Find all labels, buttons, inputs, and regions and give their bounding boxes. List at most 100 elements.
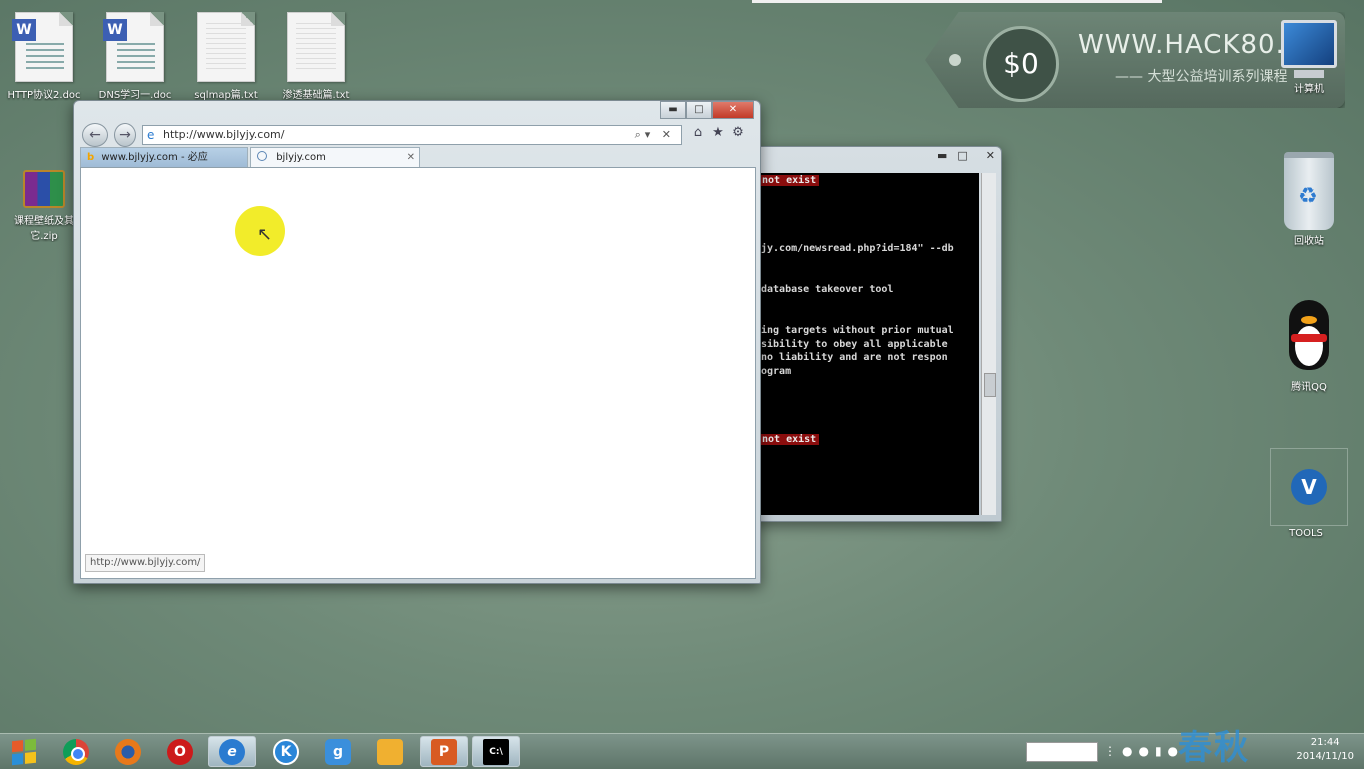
top-edge-strip xyxy=(752,0,1162,3)
firefox-icon xyxy=(115,738,141,765)
taskbar-ie[interactable]: e xyxy=(208,736,256,767)
ie-window[interactable]: ▬ □ ✕ ← → e http://www.bjlyjy.com/ ⌕▾ ✕ … xyxy=(73,100,761,584)
desktop-icon-label: 课程壁纸及其它.zip xyxy=(14,216,74,242)
loading-spinner-icon xyxy=(257,151,267,161)
address-url: http://www.bjlyjy.com/ xyxy=(163,128,285,141)
ie-window-controls: ▬ □ ✕ xyxy=(660,101,754,119)
ie-logo-icon: e xyxy=(147,128,155,142)
desktop-icon-label: TOOLS xyxy=(1289,528,1323,539)
ie-tab-strip: b www.bjlyjy.com - 必应 bjlyjy.com ✕ xyxy=(80,147,754,167)
home-icon[interactable]: ⌂ xyxy=(690,125,706,141)
desktop-icon-qq[interactable]: 腾讯QQ xyxy=(1273,300,1345,393)
text-file-icon xyxy=(197,12,255,82)
forward-arrow-icon: → xyxy=(119,127,131,143)
windows-start-icon xyxy=(12,738,36,765)
cmd-output[interactable]: not exist jy.com/newsread.php?id=184" --… xyxy=(759,173,979,515)
cmd-line: database takeover tool xyxy=(761,284,894,295)
taskbar-clock[interactable]: 21:44 2014/11/10 xyxy=(1296,736,1354,764)
ie-icon: e xyxy=(219,738,245,765)
desktop-icon-pentest-txt[interactable]: 渗透基础篇.txt xyxy=(274,12,358,101)
tray-icons[interactable]: ⋮●●▮● xyxy=(1104,744,1184,758)
tab-bing[interactable]: b www.bjlyjy.com - 必应 xyxy=(80,147,248,167)
cmd-line: jy.com/newsread.php?id=184" --db xyxy=(761,243,954,254)
word-document-icon: W xyxy=(12,12,73,82)
qq-penguin-icon xyxy=(1277,300,1341,376)
watermark-logo: 春秋 xyxy=(1178,728,1250,768)
start-button[interactable] xyxy=(0,736,48,767)
banner-subtitle: —— 大型公益培训系列课程 xyxy=(1115,69,1288,85)
desktop-icon-sqlmap-txt[interactable]: sqlmap篇.txt xyxy=(184,12,268,101)
desktop-icon-label: HTTP协议2.doc xyxy=(7,90,81,101)
status-url-tooltip: http://www.bjlyjy.com/ xyxy=(85,554,206,572)
cmd-window-controls: ▬ □ ✕ xyxy=(937,149,995,162)
taskbar-firefox[interactable] xyxy=(104,736,152,767)
cmd-maximize-button[interactable]: □ xyxy=(957,149,967,162)
settings-gear-icon[interactable]: ⚙ xyxy=(730,125,746,141)
desktop-icon-label: 渗透基础篇.txt xyxy=(282,90,350,101)
cmd-window[interactable]: ▬ □ ✕ not exist jy.com/newsread.php?id=1… xyxy=(752,146,1002,522)
cmd-minimize-button[interactable]: ▬ xyxy=(937,149,947,162)
taskbar: O e K g P C:\ ⋮●●▮● 21:44 2014/11/10 xyxy=(0,733,1364,769)
cmd-icon: C:\ xyxy=(483,738,509,765)
computer-icon xyxy=(1281,20,1337,68)
desktop-icon-tools[interactable]: V TOOLS xyxy=(1270,448,1348,539)
ie-close-button[interactable]: ✕ xyxy=(712,101,754,119)
cmd-scrollbar[interactable] xyxy=(981,173,996,515)
bing-logo-icon: b xyxy=(87,152,95,163)
ie-navbar: ← → e http://www.bjlyjy.com/ ⌕▾ ✕ ⌂ ★ ⚙ xyxy=(82,123,752,147)
cmd-close-button[interactable]: ✕ xyxy=(986,149,995,162)
cmd-line: ing targets without prior mutual xyxy=(761,325,954,336)
text-file-icon xyxy=(287,12,345,82)
cmd-line: not exist xyxy=(759,434,820,445)
kugou-icon: K xyxy=(273,738,299,765)
desktop-icon-http-doc[interactable]: W HTTP协议2.doc xyxy=(2,12,86,101)
taskbar-powerpoint[interactable]: P xyxy=(420,736,468,767)
recycle-bin-icon: ♻ xyxy=(1284,152,1334,230)
price-badge: $0 xyxy=(983,26,1059,102)
address-tools-icons[interactable]: ⌕▾ ✕ xyxy=(635,126,675,144)
taskbar-chrome[interactable] xyxy=(52,736,100,767)
tag-hole xyxy=(949,54,961,66)
ie-maximize-button[interactable]: □ xyxy=(686,101,712,119)
back-button[interactable]: ← xyxy=(82,123,108,147)
taskbar-cmd[interactable]: C:\ xyxy=(472,736,520,767)
back-arrow-icon: ← xyxy=(89,127,101,143)
desktop-icon-label: 计算机 xyxy=(1294,84,1324,95)
opera-icon: O xyxy=(167,738,193,765)
scroll-thumb[interactable] xyxy=(984,373,996,397)
folder-icon xyxy=(377,738,403,765)
clock-time: 21:44 xyxy=(1310,737,1340,748)
tray-input-box[interactable] xyxy=(1026,742,1098,762)
archive-icon xyxy=(23,170,65,208)
close-tab-icon[interactable]: ✕ xyxy=(407,148,415,168)
tab-label: bjlyjy.com xyxy=(276,152,326,163)
taskbar-kugou[interactable]: K xyxy=(262,736,310,767)
desktop-icon-label: 回收站 xyxy=(1294,236,1324,247)
desktop-icon-computer[interactable]: 计算机 xyxy=(1273,20,1345,95)
ie-minimize-button[interactable]: ▬ xyxy=(660,101,686,119)
favorites-star-icon[interactable]: ★ xyxy=(710,125,726,141)
taskbar-explorer[interactable] xyxy=(366,736,414,767)
taskbar-baidu-im[interactable]: g xyxy=(314,736,362,767)
tab-label: www.bjlyjy.com - 必应 xyxy=(101,152,208,163)
taskbar-opera[interactable]: O xyxy=(156,736,204,767)
desktop-icon-recycle-bin[interactable]: ♻ 回收站 xyxy=(1273,152,1345,247)
cmd-line: no liability and are not respon xyxy=(761,352,948,363)
page-content[interactable]: ↖ http://www.bjlyjy.com/ xyxy=(80,167,756,579)
address-bar[interactable]: e http://www.bjlyjy.com/ ⌕▾ ✕ xyxy=(142,125,682,145)
cmd-line: not exist xyxy=(759,175,820,186)
tab-bjlyjy[interactable]: bjlyjy.com ✕ xyxy=(250,147,420,167)
busy-cursor-icon: ↖ xyxy=(257,224,273,245)
tools-icon: V xyxy=(1270,448,1348,526)
desktop-icon-dns-doc[interactable]: W DNS学习一.doc xyxy=(93,12,177,101)
word-document-icon: W xyxy=(103,12,164,82)
banner-site: WWW.HACK80.C xyxy=(1078,30,1304,60)
chrome-icon xyxy=(63,738,89,765)
desktop-icon-label: DNS学习一.doc xyxy=(98,90,172,101)
forward-button[interactable]: → xyxy=(114,123,136,147)
powerpoint-icon: P xyxy=(431,738,457,765)
cmd-line: ogram xyxy=(761,366,792,377)
chat-app-icon: g xyxy=(325,738,351,765)
desktop-icon-label: 腾讯QQ xyxy=(1291,382,1327,393)
clock-date: 2014/11/10 xyxy=(1296,751,1354,762)
